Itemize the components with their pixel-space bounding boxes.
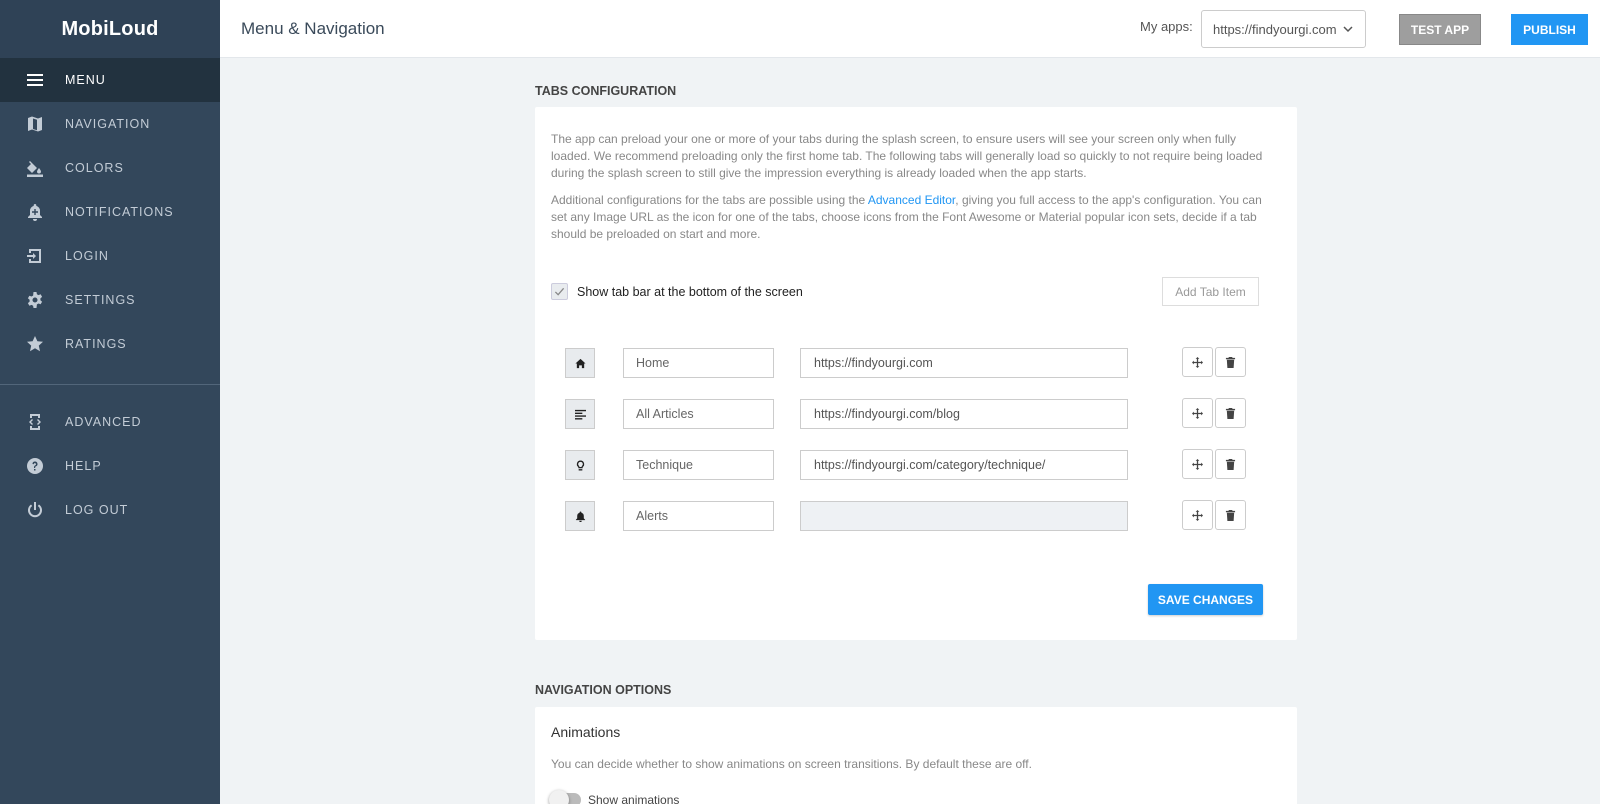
menu-icon xyxy=(25,70,45,90)
advanced-description-text: Additional configurations for the tabs a… xyxy=(551,193,868,207)
app-select-value: https://findyourgi.com xyxy=(1213,21,1337,37)
animations-description: You can decide whether to show animation… xyxy=(551,757,1032,771)
star-icon xyxy=(25,334,45,354)
navigation-options-card: Animations You can decide whether to sho… xyxy=(535,707,1297,804)
page-title: Menu & Navigation xyxy=(241,19,385,38)
login-icon xyxy=(25,246,45,266)
sidebar-item-advanced[interactable]: ADVANCED xyxy=(0,400,220,444)
sidebar-item-colors[interactable]: COLORS xyxy=(0,146,220,190)
align-left-icon[interactable] xyxy=(565,399,595,429)
tab-row: Home https://findyourgi.com xyxy=(565,347,1246,379)
sidebar-item-label: RATINGS xyxy=(65,337,127,351)
tabs-configuration-title: TABS CONFIGURATION xyxy=(535,84,677,98)
sidebar-item-label: COLORS xyxy=(65,161,124,175)
bell-plus-icon xyxy=(25,202,45,222)
my-apps-label: My apps: xyxy=(1140,19,1193,34)
sidebar-item-logout[interactable]: LOG OUT xyxy=(0,488,220,532)
move-icon[interactable] xyxy=(1182,398,1213,428)
sidebar-item-label: NOTIFICATIONS xyxy=(65,205,174,219)
show-animations-toggle[interactable] xyxy=(549,790,581,804)
trash-icon[interactable] xyxy=(1215,398,1246,428)
test-app-button[interactable]: TEST APP xyxy=(1399,14,1481,45)
app-select-dropdown[interactable]: https://findyourgi.com xyxy=(1201,10,1366,48)
map-icon xyxy=(25,114,45,134)
preload-description: The app can preload your one or more of … xyxy=(551,132,1263,180)
move-icon[interactable] xyxy=(1182,347,1213,377)
sidebar-item-notifications[interactable]: NOTIFICATIONS xyxy=(0,190,220,234)
paint-bucket-icon xyxy=(25,158,45,178)
add-tab-item-button[interactable]: Add Tab Item xyxy=(1162,277,1259,306)
advanced-description: Additional configurations for the tabs a… xyxy=(551,192,1271,243)
tab-name-input[interactable]: Technique xyxy=(623,450,774,480)
sidebar-item-label: SETTINGS xyxy=(65,293,136,307)
sidebar-divider xyxy=(0,384,220,385)
tab-row: Alerts xyxy=(565,500,1246,532)
tab-name-input[interactable]: All Articles xyxy=(623,399,774,429)
move-icon[interactable] xyxy=(1182,500,1213,530)
sidebar-item-label: LOGIN xyxy=(65,249,109,263)
tab-row: Technique https://findyourgi.com/categor… xyxy=(565,449,1246,481)
sidebar-item-settings[interactable]: SETTINGS xyxy=(0,278,220,322)
save-changes-button[interactable]: SAVE CHANGES xyxy=(1148,584,1263,615)
advanced-editor-link[interactable]: Advanced Editor xyxy=(868,193,955,207)
bell-icon[interactable] xyxy=(565,501,595,531)
publish-button[interactable]: PUBLISH xyxy=(1511,14,1588,45)
help-icon xyxy=(25,456,45,476)
sidebar-item-ratings[interactable]: RATINGS xyxy=(0,322,220,366)
power-icon xyxy=(25,500,45,520)
trash-icon[interactable] xyxy=(1215,500,1246,530)
check-icon xyxy=(554,287,565,296)
sidebar-item-menu[interactable]: MENU xyxy=(0,58,220,102)
sidebar-item-help[interactable]: HELP xyxy=(0,444,220,488)
lightbulb-icon[interactable] xyxy=(565,450,595,480)
show-tabbar-label: Show tab bar at the bottom of the screen xyxy=(577,284,803,299)
sidebar-item-login[interactable]: LOGIN xyxy=(0,234,220,278)
tab-url-input[interactable]: https://findyourgi.com/blog xyxy=(800,399,1128,429)
move-icon[interactable] xyxy=(1182,449,1213,479)
tabs-configuration-card: The app can preload your one or more of … xyxy=(535,107,1297,640)
chevron-down-icon xyxy=(1343,26,1353,33)
sidebar-item-label: LOG OUT xyxy=(65,503,129,517)
show-animations-label: Show animations xyxy=(588,793,680,804)
tab-url-input[interactable]: https://findyourgi.com xyxy=(800,348,1128,378)
tab-name-input[interactable]: Alerts xyxy=(623,501,774,531)
tab-url-input[interactable]: https://findyourgi.com/category/techniqu… xyxy=(800,450,1128,480)
gear-icon xyxy=(25,290,45,310)
show-tabbar-row: Show tab bar at the bottom of the screen xyxy=(551,283,803,300)
tab-name-input[interactable]: Home xyxy=(623,348,774,378)
show-tabbar-checkbox[interactable] xyxy=(551,283,568,300)
sidebar-item-label: ADVANCED xyxy=(65,415,142,429)
code-device-icon xyxy=(25,412,45,432)
app-logo[interactable]: MobiLoud xyxy=(0,0,220,58)
sidebar-item-label: MENU xyxy=(65,73,106,87)
sidebar-item-label: NAVIGATION xyxy=(65,117,151,131)
navigation-options-title: NAVIGATION OPTIONS xyxy=(535,683,672,697)
trash-icon[interactable] xyxy=(1215,449,1246,479)
sidebar: MobiLoud MENU NAVIGATION COLORS NOTIFICA… xyxy=(0,0,220,804)
tab-url-input[interactable] xyxy=(800,501,1128,531)
sidebar-item-label: HELP xyxy=(65,459,102,473)
show-animations-row: Show animations xyxy=(549,790,680,804)
home-icon[interactable] xyxy=(565,348,595,378)
sidebar-item-navigation[interactable]: NAVIGATION xyxy=(0,102,220,146)
tab-row: All Articles https://findyourgi.com/blog xyxy=(565,398,1246,430)
trash-icon[interactable] xyxy=(1215,347,1246,377)
top-header: Menu & Navigation My apps: https://findy… xyxy=(220,0,1600,58)
animations-title: Animations xyxy=(551,724,621,740)
